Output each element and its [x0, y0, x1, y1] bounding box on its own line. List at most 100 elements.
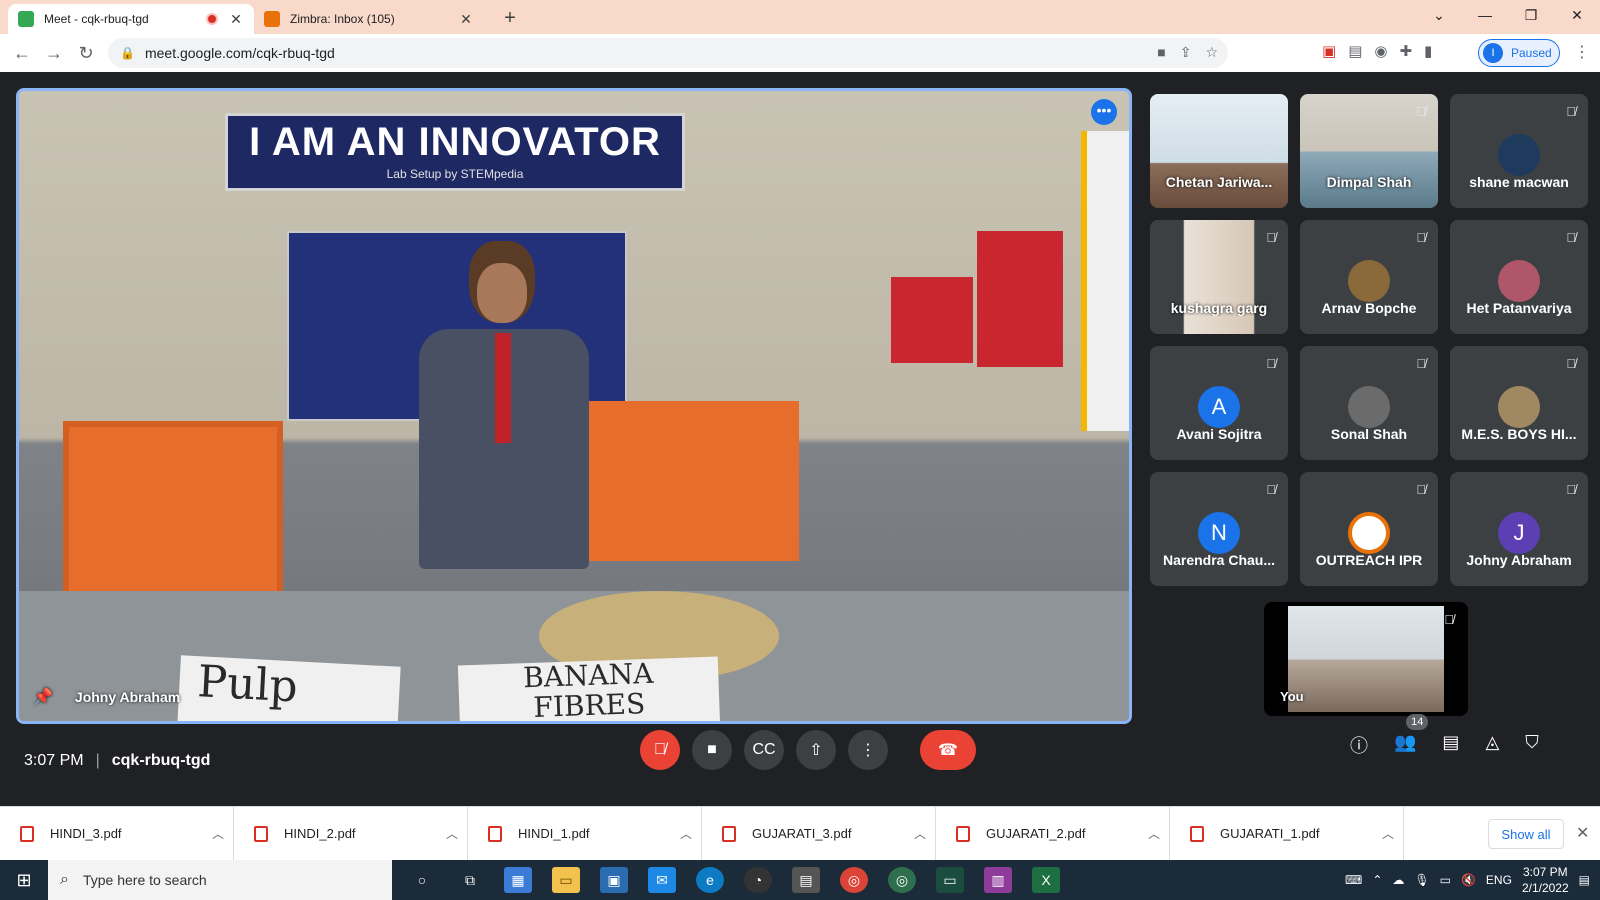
self-view-tile[interactable]: 🎙̸ You	[1264, 602, 1468, 716]
windows-start-icon[interactable]: ⊞	[0, 860, 48, 900]
info-icon[interactable]: ⓘ	[1350, 732, 1368, 758]
main-video[interactable]: I AM AN INNOVATOR Lab Setup by STEMpedia…	[16, 88, 1132, 724]
more-options-icon[interactable]: •••	[1091, 99, 1117, 125]
camera-button[interactable]: ■	[692, 730, 732, 770]
photos-app-icon[interactable]: ▦	[504, 867, 532, 893]
chevron-up-icon[interactable]: ︿	[905, 825, 935, 842]
chevron-up-icon[interactable]: ⌃	[1372, 873, 1382, 887]
participant-tile[interactable]: 🎙̸ Arnav Bopche	[1300, 220, 1438, 334]
winrar-icon[interactable]: ▥	[984, 867, 1012, 893]
download-item[interactable]: GUJARATI_3.pdf ︿	[702, 806, 936, 861]
chevron-up-icon[interactable]: ︿	[437, 825, 467, 842]
edge-browser-icon[interactable]: e	[696, 867, 724, 893]
avatar	[1348, 260, 1390, 302]
minimize-icon[interactable]: —	[1462, 7, 1508, 23]
side-panel-icon[interactable]: ▮	[1424, 42, 1432, 60]
forward-icon[interactable]: →	[38, 43, 70, 64]
puzzle-icon[interactable]: ✚	[1399, 42, 1412, 60]
participant-tile[interactable]: 🎙̸ Dimpal Shah	[1300, 94, 1438, 208]
network-icon[interactable]: ▭	[1440, 873, 1451, 887]
extension-icon[interactable]: ▣	[1322, 42, 1336, 60]
download-item[interactable]: HINDI_2.pdf ︿	[234, 806, 468, 861]
close-download-bar-icon[interactable]: ✕	[1576, 823, 1589, 843]
volume-muted-icon[interactable]: 🔇	[1461, 873, 1476, 887]
task-view-icon[interactable]: ⧉	[456, 867, 484, 893]
close-window-icon[interactable]: ✕	[1554, 7, 1600, 24]
leave-call-button[interactable]: ☎	[920, 730, 976, 770]
present-button[interactable]: ⇧	[796, 730, 836, 770]
captions-button[interactable]: CC	[744, 730, 784, 770]
bookmark-star-icon[interactable]: ☆	[1205, 44, 1218, 61]
tab-meet[interactable]: Meet - cqk-rbuq-tgd ✕	[8, 4, 254, 34]
chrome-icon[interactable]: ◎	[840, 867, 868, 893]
download-item[interactable]: GUJARATI_2.pdf ︿	[936, 806, 1170, 861]
notifications-icon[interactable]: ▤	[1579, 873, 1590, 887]
profile-button[interactable]: I Paused	[1478, 39, 1560, 67]
mail-app-icon[interactable]: ✉	[648, 867, 676, 893]
share-icon[interactable]: ⇪	[1180, 44, 1192, 61]
show-all-downloads-button[interactable]: Show all	[1488, 819, 1564, 849]
participant-tile[interactable]: 🎙̸ Sonal Shah	[1300, 346, 1438, 460]
extensions: ▣ ▤ ◉ ✚ ▮	[1322, 42, 1432, 60]
microphone-icon[interactable]: 🎙	[1414, 873, 1429, 887]
muted-mic-icon: 🎙̸	[1566, 482, 1576, 497]
activities-icon[interactable]: ◬	[1485, 732, 1499, 758]
extension-icon[interactable]: ▤	[1348, 42, 1362, 60]
participant-tile[interactable]: Chetan Jariwa...	[1150, 94, 1288, 208]
file-explorer-icon[interactable]: ▭	[552, 867, 580, 893]
language-indicator[interactable]: ENG	[1486, 873, 1512, 887]
muted-mic-icon: 🎙̸	[1416, 482, 1426, 497]
chrome-active-icon[interactable]: ◎	[888, 867, 916, 893]
tab-zimbra[interactable]: Zimbra: Inbox (105) ✕	[254, 4, 484, 34]
mic-off-button[interactable]: 🎙̸	[640, 730, 680, 770]
meeting-time: 3:07 PM	[24, 752, 84, 769]
chevron-up-icon[interactable]: ︿	[203, 825, 233, 842]
recording-indicator-icon	[206, 13, 218, 25]
onedrive-icon[interactable]: ☁	[1392, 873, 1404, 887]
taskbar-clock[interactable]: 3:07 PM 2/1/2022	[1522, 864, 1569, 896]
address-bar[interactable]: 🔒 meet.google.com/cqk-rbuq-tgd ■ ⇪ ☆	[108, 38, 1228, 68]
chat-icon[interactable]: ▤	[1442, 732, 1459, 758]
tab-search-icon[interactable]: ⌄	[1416, 7, 1462, 24]
chevron-up-icon[interactable]: ︿	[1373, 825, 1403, 842]
terminal-app-icon[interactable]: ▭	[936, 867, 964, 893]
close-tab-icon[interactable]: ✕	[458, 11, 474, 28]
download-item[interactable]: GUJARATI_1.pdf ︿	[1170, 806, 1404, 861]
participant-tile[interactable]: 🎙̸ J Johny Abraham	[1450, 472, 1588, 586]
pin-icon[interactable]: 📌	[33, 687, 53, 707]
camera-icon[interactable]: ■	[1157, 44, 1165, 61]
participant-tile[interactable]: 🎙̸ kushagra garg	[1150, 220, 1288, 334]
obs-app-icon[interactable]: ◔	[744, 867, 772, 893]
scene-card: BANANA FIBRES	[457, 656, 721, 721]
participant-tile[interactable]: 🎙̸ N Narendra Chau...	[1150, 472, 1288, 586]
reload-icon[interactable]: ↻	[70, 43, 102, 64]
new-tab-icon[interactable]: +	[498, 7, 522, 30]
download-item[interactable]: HINDI_3.pdf ︿	[0, 806, 234, 861]
browser-menu-icon[interactable]: ⋮	[1574, 42, 1590, 62]
restore-icon[interactable]: ❐	[1508, 7, 1554, 24]
people-icon[interactable]: 👥 14	[1394, 714, 1429, 758]
participant-tile[interactable]: 🎙̸ M.E.S. BOYS HI...	[1450, 346, 1588, 460]
participant-tile[interactable]: 🎙̸ OUTREACH IPR	[1300, 472, 1438, 586]
host-controls-icon[interactable]: ⛉	[1525, 732, 1539, 758]
extension-icon[interactable]: ◉	[1374, 42, 1387, 60]
cortana-icon[interactable]: ○	[408, 867, 436, 893]
chevron-up-icon[interactable]: ︿	[1139, 825, 1169, 842]
keyboard-icon[interactable]: ⌨	[1345, 873, 1362, 887]
tab-title: Zimbra: Inbox (105)	[290, 12, 395, 26]
chevron-up-icon[interactable]: ︿	[671, 825, 701, 842]
participant-tile[interactable]: 🎙̸ shane macwan	[1450, 94, 1588, 208]
download-item[interactable]: HINDI_1.pdf ︿	[468, 806, 702, 861]
scene-shelf	[589, 401, 799, 561]
more-options-button[interactable]: ⋮	[848, 730, 888, 770]
participant-tile[interactable]: 🎙̸ A Avani Sojitra	[1150, 346, 1288, 460]
back-icon[interactable]: ←	[6, 43, 38, 64]
network-app-icon[interactable]: ▤	[792, 867, 820, 893]
taskbar-search[interactable]: ⌕ Type here to search	[48, 860, 392, 900]
store-app-icon[interactable]: ▣	[600, 867, 628, 893]
pdf-file-icon	[488, 825, 502, 842]
close-tab-icon[interactable]: ✕	[228, 11, 244, 28]
taskbar-apps: ○ ⧉ ▦ ▭ ▣ ✉ e ◔ ▤ ◎ ◎ ▭ ▥ X	[408, 867, 1060, 893]
participant-tile[interactable]: 🎙̸ Het Patanvariya	[1450, 220, 1588, 334]
excel-icon[interactable]: X	[1032, 867, 1060, 893]
